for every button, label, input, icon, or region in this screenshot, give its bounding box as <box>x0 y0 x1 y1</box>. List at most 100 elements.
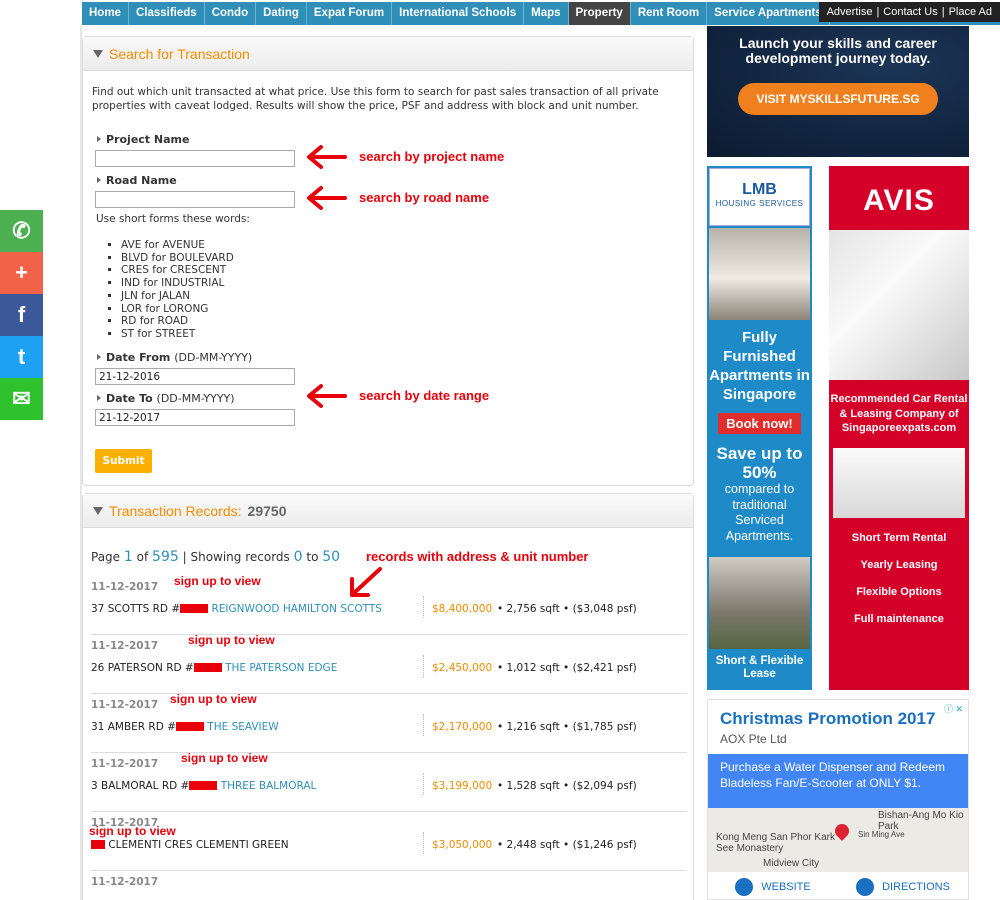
record-details: • 1,012 sqft • ($2,421 psf) <box>497 662 637 674</box>
divider <box>423 655 424 677</box>
bullet-arrow-icon <box>97 395 101 401</box>
book-now-button[interactable]: Book now! <box>718 413 801 434</box>
nav-dating[interactable]: Dating <box>256 2 307 25</box>
record-date: 11-12-2017 <box>91 699 159 711</box>
records-count: 29750 <box>247 502 287 519</box>
nav-classifieds[interactable]: Classifieds <box>129 2 205 25</box>
pagination-info: Page 1 of 595 | Showing records 0 to 50 <box>91 549 341 565</box>
sign-up-annotation: sign up to view <box>188 633 275 647</box>
twitter-icon: t <box>17 344 26 369</box>
nav-condo[interactable]: Condo <box>205 2 257 25</box>
nav-expat-forum[interactable]: Expat Forum <box>307 2 393 25</box>
collapse-triangle-icon <box>93 506 103 515</box>
visit-skills-button[interactable]: VISIT MYSKILLSFUTURE.SG <box>738 83 938 115</box>
search-panel-header[interactable]: Search for Transaction <box>83 37 693 71</box>
road-name-input[interactable] <box>95 191 295 208</box>
date-to-input[interactable] <box>95 409 295 426</box>
top-navigation: Home Classifieds Condo Dating Expat Foru… <box>82 2 1000 25</box>
avis-recommended: Recommended Car Rental & Leasing Company… <box>830 393 968 434</box>
date-from-label: Date From (DD-MM-YYYY) <box>97 351 252 364</box>
plus-icon: + <box>15 260 28 285</box>
list-item: BLVD for BOULEVARD <box>121 252 234 265</box>
avis-service: Short Term Rental <box>851 531 947 544</box>
record-price: $2,170,000 <box>432 721 493 733</box>
record-price: $8,400,000 <box>432 603 493 615</box>
lmb-headline: Fully Furnished Apartments in Singapore <box>709 329 810 403</box>
aox-company: AOX Pte Ltd <box>720 732 787 746</box>
nav-international-schools[interactable]: International Schools <box>392 2 525 25</box>
record-address: 3 BALMORAL RD # THREE BALMORAL <box>91 780 317 792</box>
aox-ad[interactable]: ⓘ ✕ Christmas Promotion 2017 AOX Pte Ltd… <box>707 699 969 900</box>
project-link[interactable]: THREE BALMORAL <box>221 780 317 792</box>
sign-up-annotation: sign up to view <box>89 824 176 838</box>
twitter-share-button[interactable]: t <box>0 336 43 378</box>
nav-rent-room[interactable]: Rent Room <box>631 2 708 25</box>
list-item: JLN for JALAN <box>121 290 234 303</box>
project-link[interactable]: THE SEAVIEW <box>207 721 278 733</box>
wechat-share-button[interactable]: ✉ <box>0 378 43 420</box>
more-share-button[interactable]: + <box>0 252 43 294</box>
lmb-save: Save up to 50% <box>716 444 803 482</box>
website-button[interactable]: WEBSITE <box>708 872 838 899</box>
nav-home[interactable]: Home <box>82 2 129 25</box>
list-item: IND for INDUSTRIAL <box>121 277 234 290</box>
map-preview[interactable]: Bishan-Ang Mo Kio Park Kong Meng San Pho… <box>708 808 968 872</box>
directions-icon <box>856 878 875 896</box>
advertise-link[interactable]: Advertise <box>827 6 873 18</box>
car-photo <box>833 447 965 518</box>
records-panel-header[interactable]: Transaction Records: 29750 <box>83 494 693 528</box>
records-panel-title: Transaction Records: <box>109 502 242 519</box>
lmb-housing-ad[interactable]: LMB HOUSING SERVICES Fully Furnished Apa… <box>707 166 812 690</box>
record-address: 37 SCOTTS RD # REIGNWOOD HAMILTON SCOTTS <box>91 603 382 615</box>
table-row: 11-12-2017 sign up to view 31 AMBER RD #… <box>91 692 687 753</box>
records-to: 50 <box>322 549 341 565</box>
facebook-share-button[interactable]: f <box>0 294 43 336</box>
project-name-input[interactable] <box>95 150 295 167</box>
record-date: 11-12-2017 <box>91 876 159 888</box>
directions-button[interactable]: DIRECTIONS <box>838 872 968 899</box>
avis-service: Full maintenance <box>854 612 944 625</box>
avis-logo: AVIS <box>863 184 935 217</box>
facebook-icon: f <box>17 302 26 327</box>
bullet-arrow-icon <box>97 177 101 183</box>
nav-maps[interactable]: Maps <box>524 2 569 25</box>
project-link[interactable]: REIGNWOOD HAMILTON SCOTTS <box>211 603 381 615</box>
aox-actions: WEBSITE DIRECTIONS <box>708 872 968 899</box>
submit-button[interactable]: Submit <box>95 449 152 473</box>
avis-service: Flexible Options <box>856 585 942 598</box>
place-ad-link[interactable]: Place Ad <box>949 6 992 18</box>
table-row: 11-12-2017 <box>91 871 687 900</box>
search-intro: Find out which unit transacted at what p… <box>92 86 659 112</box>
whatsapp-share-button[interactable]: ✆ <box>0 210 43 252</box>
divider <box>423 832 424 854</box>
annotation-date: search by date range <box>359 388 490 403</box>
date-from-input[interactable] <box>95 368 295 385</box>
table-row: 11-12-2017 sign up to view 26 PATERSON R… <box>91 633 687 694</box>
aox-title[interactable]: Christmas Promotion 2017 <box>720 709 968 729</box>
contact-us-link[interactable]: Contact Us <box>883 6 937 18</box>
record-date: 11-12-2017 <box>91 640 159 652</box>
record-address: CLEMENTI CRES CLEMENTI GREEN <box>91 839 289 851</box>
utility-links: Advertise | Contact Us | Place Ad <box>818 2 1000 22</box>
list-item: CRES for CRESCENT <box>121 264 234 277</box>
whatsapp-icon: ✆ <box>12 218 31 243</box>
nav-service-apartments[interactable]: Service Apartments <box>707 2 830 25</box>
current-page: 1 <box>123 549 133 565</box>
record-address: 31 AMBER RD # THE SEAVIEW <box>91 721 279 733</box>
avis-ad[interactable]: AVIS Recommended Car Rental & Leasing Co… <box>829 166 969 690</box>
aox-blurb: Purchase a Water Dispenser and Redeem Bl… <box>708 754 968 808</box>
skills-future-ad[interactable]: Launch your skills and career developmen… <box>707 26 969 157</box>
ad-choices-icon[interactable]: ⓘ ✕ <box>944 702 966 714</box>
search-panel-title: Search for Transaction <box>109 45 250 62</box>
divider <box>423 714 424 736</box>
project-name-label: Project Name <box>97 133 189 146</box>
record-date: 11-12-2017 <box>91 581 159 593</box>
sign-up-annotation: sign up to view <box>170 692 257 706</box>
nav-property[interactable]: Property <box>568 2 631 25</box>
divider <box>423 773 424 795</box>
redacted-unit <box>193 663 222 672</box>
record-price: $3,199,000 <box>432 780 493 792</box>
table-row: 11-12-2017 sign up to view 37 SCOTTS RD … <box>91 574 687 635</box>
record-details: • 1,528 sqft • ($2,094 psf) <box>497 780 637 792</box>
project-link[interactable]: THE PATERSON EDGE <box>225 662 337 674</box>
